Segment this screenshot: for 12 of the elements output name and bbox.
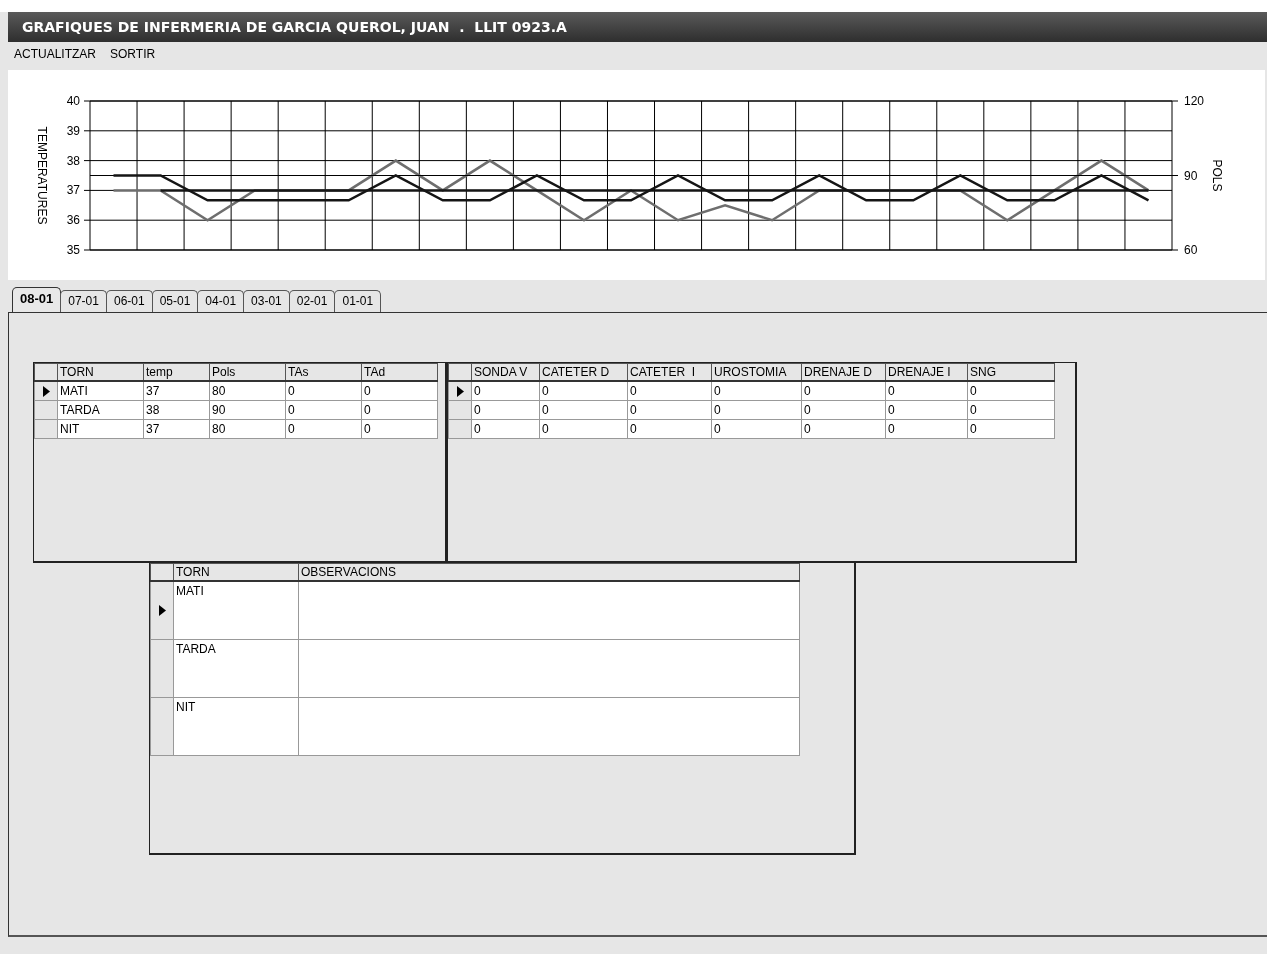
axis-tick-label: 40 <box>66 94 80 108</box>
axis-label: TEMPERATURES <box>35 126 49 225</box>
axis-tick-label: 37 <box>66 183 80 198</box>
axis-tick-label: 120 <box>1184 94 1205 108</box>
axis-tick-label: 90 <box>1184 168 1198 183</box>
axis-tick-label: 60 <box>1184 243 1198 257</box>
axis-label: POLS <box>1210 159 1224 192</box>
axis-tick-label: 35 <box>66 243 80 257</box>
axis-tick-label: 38 <box>66 153 80 168</box>
window-title: GRAFIQUES DE INFERMERIA DE GARCIA QUEROL, JUAN . LLIT 0923.A <box>8 12 1267 42</box>
axis-tick-label: 39 <box>66 123 80 138</box>
axis-tick-label: 36 <box>66 213 80 228</box>
